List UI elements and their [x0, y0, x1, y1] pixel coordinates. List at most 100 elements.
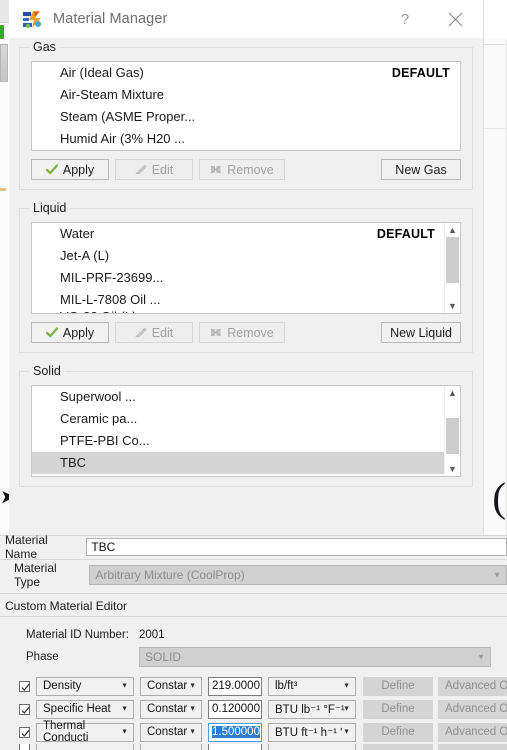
thermal-conductivity-checkbox[interactable] [19, 726, 30, 738]
list-item[interactable]: MIL-L-7808 Oil ... [32, 289, 445, 311]
liquid-remove-button[interactable]: Remove [199, 322, 285, 343]
density-value-input[interactable]: 219.0000 [208, 676, 262, 696]
density-checkbox[interactable] [19, 680, 30, 692]
dialog-title-bar[interactable]: Material Manager ? [9, 0, 483, 38]
density-method-select[interactable]: Constar ▼ [140, 676, 202, 696]
liquid-item-label: MIL-PRF-23699... [60, 270, 164, 285]
background-divider-1 [483, 44, 507, 45]
specific-heat-property-label: Specific Heat [43, 703, 111, 715]
new-liquid-button[interactable]: New Liquid [381, 322, 461, 343]
solid-item-label: TBC [60, 455, 86, 470]
liquid-list[interactable]: Water DEFAULT Jet-A (L) MIL-PRF-23699...… [31, 222, 461, 314]
material-id-label: Material ID Number: [26, 629, 129, 641]
solid-list[interactable]: Superwool ... Ceramic pa... PTFE-PBI Co.… [31, 385, 461, 477]
help-button[interactable]: ? [385, 0, 425, 38]
list-item[interactable]: Water DEFAULT [32, 223, 445, 245]
scroll-track[interactable] [445, 237, 460, 299]
gas-group: Gas Air (Ideal Gas) DEFAULT Air-Steam Mi… [19, 40, 473, 190]
thermal-conductivity-method-select[interactable]: Constar ▼ [140, 722, 202, 742]
close-button[interactable] [435, 0, 475, 38]
liquid-list-scrollbar[interactable]: ▲ ▼ [444, 223, 460, 313]
density-advanced-options-button[interactable]: Advanced Options [438, 676, 507, 696]
list-item[interactable]: Superwool ... [32, 386, 445, 408]
solid-item-label: PTFE-PBI Co... [60, 433, 150, 448]
thermal-conductivity-method-label: Constar [147, 726, 188, 738]
partial-advanced-options-button[interactable] [438, 744, 507, 750]
liquid-item-label: VG-32 Oil (L) [60, 311, 137, 313]
gas-apply-button[interactable]: Apply [31, 159, 109, 180]
density-unit-select[interactable]: lb/ft³ ▼ [268, 676, 356, 696]
specific-heat-unit-label: BTU lb⁻¹ °F⁻¹ [275, 704, 345, 716]
list-item[interactable]: MIL-PRF-23699... [32, 267, 445, 289]
background-right-top [483, 0, 507, 38]
list-item-selected[interactable]: TBC [32, 452, 445, 474]
phase-row: Phase SOLID ▼ [0, 646, 507, 668]
scroll-thumb[interactable] [446, 418, 459, 454]
background-panel-strip [0, 44, 8, 82]
check-icon [21, 706, 30, 714]
chevron-down-icon: ▼ [189, 705, 196, 713]
partial-method-select[interactable] [140, 744, 202, 750]
liquid-edit-button[interactable]: Edit [115, 322, 193, 343]
scroll-up-icon[interactable]: ▲ [445, 223, 460, 237]
solid-list-scrollbar[interactable]: ▲ ▼ [444, 386, 460, 476]
new-gas-label: New Gas [395, 162, 447, 177]
scroll-up-icon[interactable]: ▲ [445, 386, 460, 400]
background-cursor-arrow-icon: ➤ [0, 487, 16, 508]
list-item[interactable]: Ceramic pa... [32, 408, 445, 430]
thermal-conductivity-value-input[interactable]: 1.500000 [208, 722, 262, 742]
background-app-right-edge: ( [483, 0, 507, 535]
scroll-down-icon[interactable]: ▼ [445, 462, 460, 476]
partial-property-select[interactable] [36, 744, 134, 750]
panel-divider-4 [0, 616, 507, 617]
new-gas-button[interactable]: New Gas [381, 159, 461, 180]
solid-group-label: Solid [29, 364, 65, 378]
list-item[interactable]: Steam (ASME Proper... [32, 106, 460, 128]
scroll-track[interactable] [445, 400, 460, 462]
pencil-icon [134, 164, 147, 175]
material-type-row: Material Type Arbitrary Mixture (CoolPro… [0, 561, 507, 589]
specific-heat-method-select[interactable]: Constar ▼ [140, 699, 202, 719]
specific-heat-property-select[interactable]: Specific Heat ▼ [36, 699, 134, 719]
density-property-select[interactable]: Density ▼ [36, 676, 134, 696]
material-name-input[interactable]: TBC [86, 538, 507, 556]
specific-heat-unit-select[interactable]: BTU lb⁻¹ °F⁻¹ ▼ [268, 699, 356, 719]
specific-heat-define-button[interactable]: Define [363, 699, 433, 719]
specific-heat-checkbox[interactable] [19, 703, 30, 715]
gas-remove-button[interactable]: Remove [199, 159, 285, 180]
liquid-item-label: MIL-L-7808 Oil ... [60, 292, 161, 307]
property-row-thermal-conductivity: Thermal Conducti ▼ Constar ▼ 1.500000 BT… [0, 720, 507, 744]
scroll-down-icon[interactable]: ▼ [445, 299, 460, 313]
thermal-conductivity-property-select[interactable]: Thermal Conducti ▼ [36, 720, 134, 744]
liquid-item-label: Water [60, 226, 95, 241]
partial-unit-select[interactable] [268, 744, 356, 750]
liquid-item-label: Jet-A (L) [60, 248, 110, 263]
material-type-select[interactable]: Arbitrary Mixture (CoolProp) ▼ [89, 565, 507, 585]
check-icon [21, 683, 30, 691]
density-define-button[interactable]: Define [363, 676, 433, 696]
specific-heat-advanced-options-button[interactable]: Advanced Options [438, 699, 507, 719]
thermal-conductivity-advanced-options-button[interactable]: Advanced Options [438, 722, 507, 742]
thermal-conductivity-define-button[interactable]: Define [363, 722, 433, 742]
check-icon [45, 327, 58, 338]
phase-select[interactable]: SOLID ▼ [139, 647, 491, 667]
partial-checkbox[interactable] [19, 744, 30, 750]
partial-define-button[interactable] [363, 744, 433, 750]
list-item[interactable]: Air-Steam Mixture [32, 84, 460, 106]
scroll-thumb[interactable] [446, 237, 459, 283]
partial-value-input[interactable] [208, 744, 262, 750]
list-item[interactable]: Air (Ideal Gas) DEFAULT [32, 62, 460, 84]
list-item[interactable]: Humid Air (3% H20 ... [32, 128, 460, 150]
material-type-value: Arbitrary Mixture (CoolProp) [95, 568, 245, 582]
gas-edit-button[interactable]: Edit [115, 159, 193, 180]
liquid-apply-button[interactable]: Apply [31, 322, 109, 343]
list-item[interactable]: PTFE-PBI Co... [32, 430, 445, 452]
density-value-text: 219.0000 [212, 680, 260, 692]
specific-heat-value-input[interactable]: 0.120000 [208, 699, 262, 719]
gas-list[interactable]: Air (Ideal Gas) DEFAULT Air-Steam Mixtur… [31, 61, 461, 151]
thermal-conductivity-unit-select[interactable]: BTU ft⁻¹ h⁻¹ ʹ ▼ [268, 722, 356, 742]
chevron-down-icon: ▼ [121, 682, 128, 690]
list-item[interactable]: Jet-A (L) [32, 245, 445, 267]
list-item[interactable]: VG-32 Oil (L) [32, 311, 445, 313]
density-property-label: Density [43, 680, 82, 692]
